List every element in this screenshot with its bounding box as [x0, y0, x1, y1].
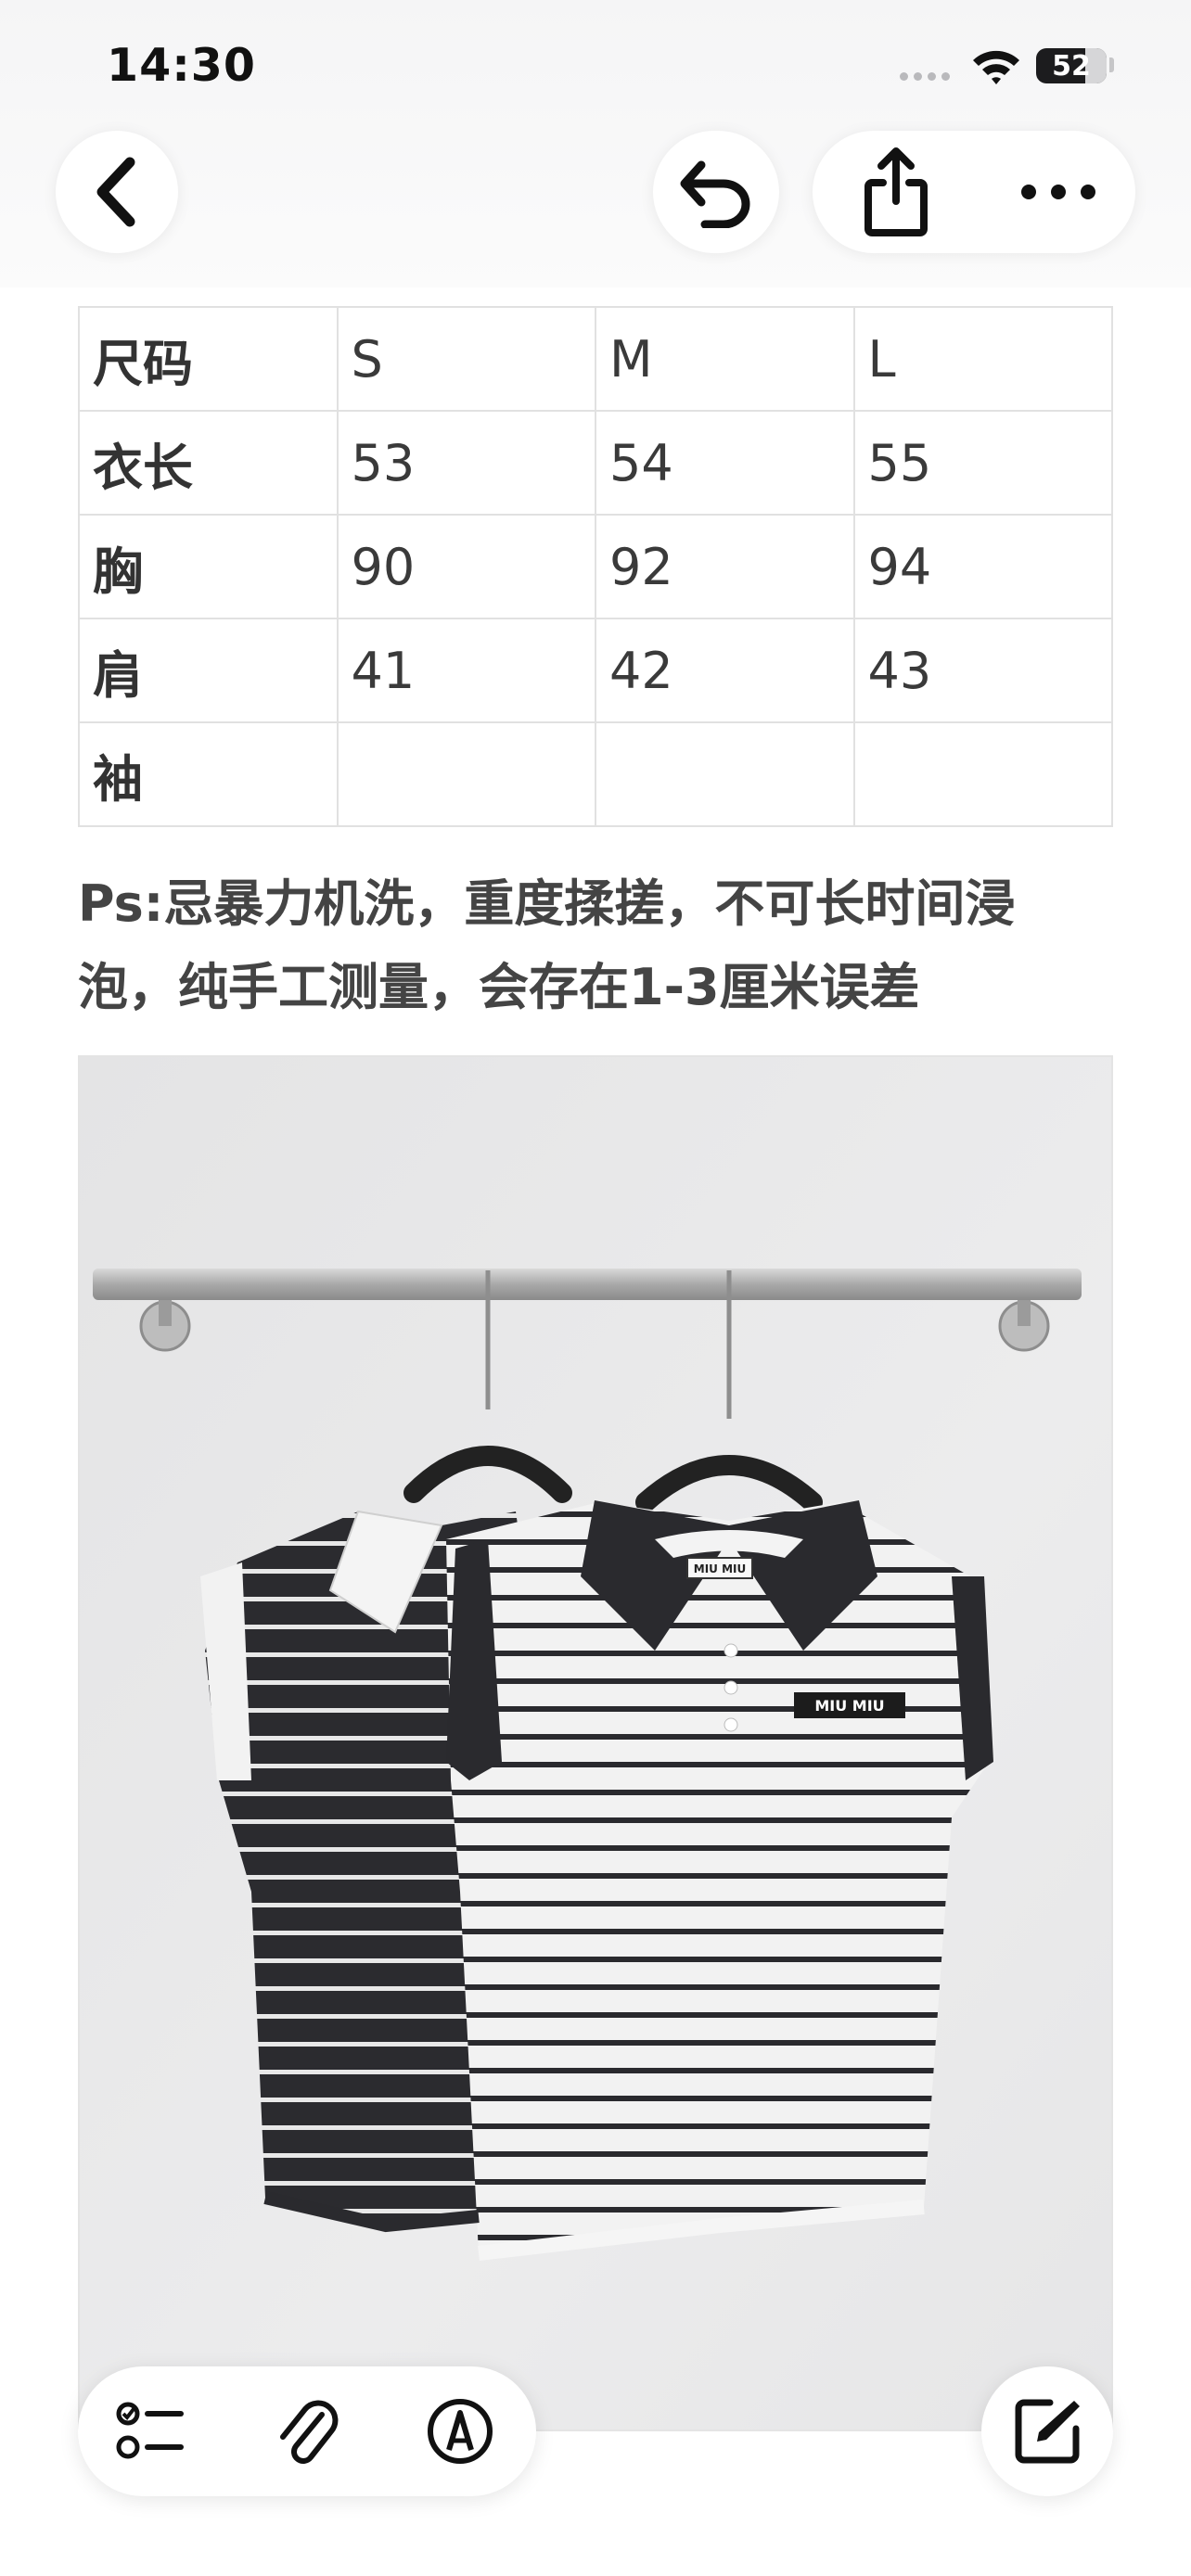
battery-level: 52	[1052, 49, 1091, 83]
table-cell[interactable]: 92	[595, 514, 855, 619]
table-cell[interactable]: M	[595, 306, 855, 412]
table-row: 袖	[78, 721, 1113, 827]
table-cell[interactable]: 肩	[78, 618, 339, 723]
table-cell[interactable]: 55	[852, 410, 1113, 516]
table-cell[interactable]: S	[336, 306, 596, 412]
checklist-icon	[116, 2402, 184, 2459]
battery-icon: 52	[1036, 48, 1107, 83]
note-text[interactable]: Ps:忌暴力机洗，重度揉搓，不可长时间浸 泡，纯手工测量，会存在1-3厘米误差	[78, 862, 1126, 1029]
table-cell[interactable]: 53	[336, 410, 596, 516]
table-row: 衣长 53 54 55	[78, 410, 1113, 516]
table-cell[interactable]: 41	[336, 618, 596, 723]
share-icon	[864, 147, 928, 236]
paperclip-icon	[280, 2400, 339, 2464]
attachment-button[interactable]	[260, 2385, 352, 2478]
table-cell[interactable]: 42	[595, 618, 855, 723]
battery-cap	[1109, 57, 1114, 72]
note-page: 14:30 52 尺码 S M L 衣长 53 54 55 胸 90 92 94…	[0, 0, 1191, 2576]
size-table[interactable]: 尺码 S M L 衣长 53 54 55 胸 90 92 94 肩 41 42 …	[78, 306, 1113, 827]
table-cell[interactable]: 胸	[78, 514, 339, 619]
table-cell[interactable]	[595, 721, 855, 827]
table-cell[interactable]: 43	[852, 618, 1113, 723]
product-photo[interactable]: MIU MIU MIU MIU	[78, 1055, 1113, 2431]
compose-icon	[1015, 2399, 1080, 2464]
chest-logo: MIU MIU	[814, 1697, 884, 1715]
undo-button[interactable]	[653, 131, 779, 253]
note-line: 泡，纯手工测量，会存在1-3厘米误差	[78, 958, 920, 1016]
markup-button[interactable]	[414, 2385, 506, 2478]
action-pill	[813, 131, 1135, 253]
pen-markup-icon	[428, 2399, 493, 2464]
table-cell[interactable]: 90	[336, 514, 596, 619]
table-cell[interactable]: 94	[852, 514, 1113, 619]
compose-button[interactable]	[981, 2366, 1113, 2496]
bottom-toolbar	[78, 2366, 536, 2496]
table-cell[interactable]: 54	[595, 410, 855, 516]
table-cell[interactable]: 衣长	[78, 410, 339, 516]
checklist-button[interactable]	[106, 2385, 198, 2478]
note-line: Ps:忌暴力机洗，重度揉搓，不可长时间浸	[78, 874, 1016, 933]
table-cell[interactable]: L	[852, 306, 1113, 412]
wifi-icon	[970, 46, 1022, 89]
table-row: 胸 90 92 94	[78, 514, 1113, 619]
more-button[interactable]	[1007, 146, 1109, 238]
table-row: 尺码 S M L	[78, 306, 1113, 412]
collar-label: MIU MIU	[694, 1562, 746, 1575]
back-button[interactable]	[56, 131, 178, 253]
chevron-left-icon	[96, 157, 135, 227]
table-cell[interactable]	[336, 721, 596, 827]
table-row: 肩 41 42 43	[78, 618, 1113, 723]
more-icon	[1021, 185, 1095, 199]
status-time: 14:30	[107, 39, 256, 92]
table-cell[interactable]: 尺码	[78, 306, 339, 412]
table-cell[interactable]: 袖	[78, 721, 339, 827]
cellular-signal-icon	[900, 72, 950, 81]
undo-icon	[680, 160, 750, 228]
table-cell[interactable]	[852, 721, 1113, 827]
share-button[interactable]	[850, 146, 942, 238]
